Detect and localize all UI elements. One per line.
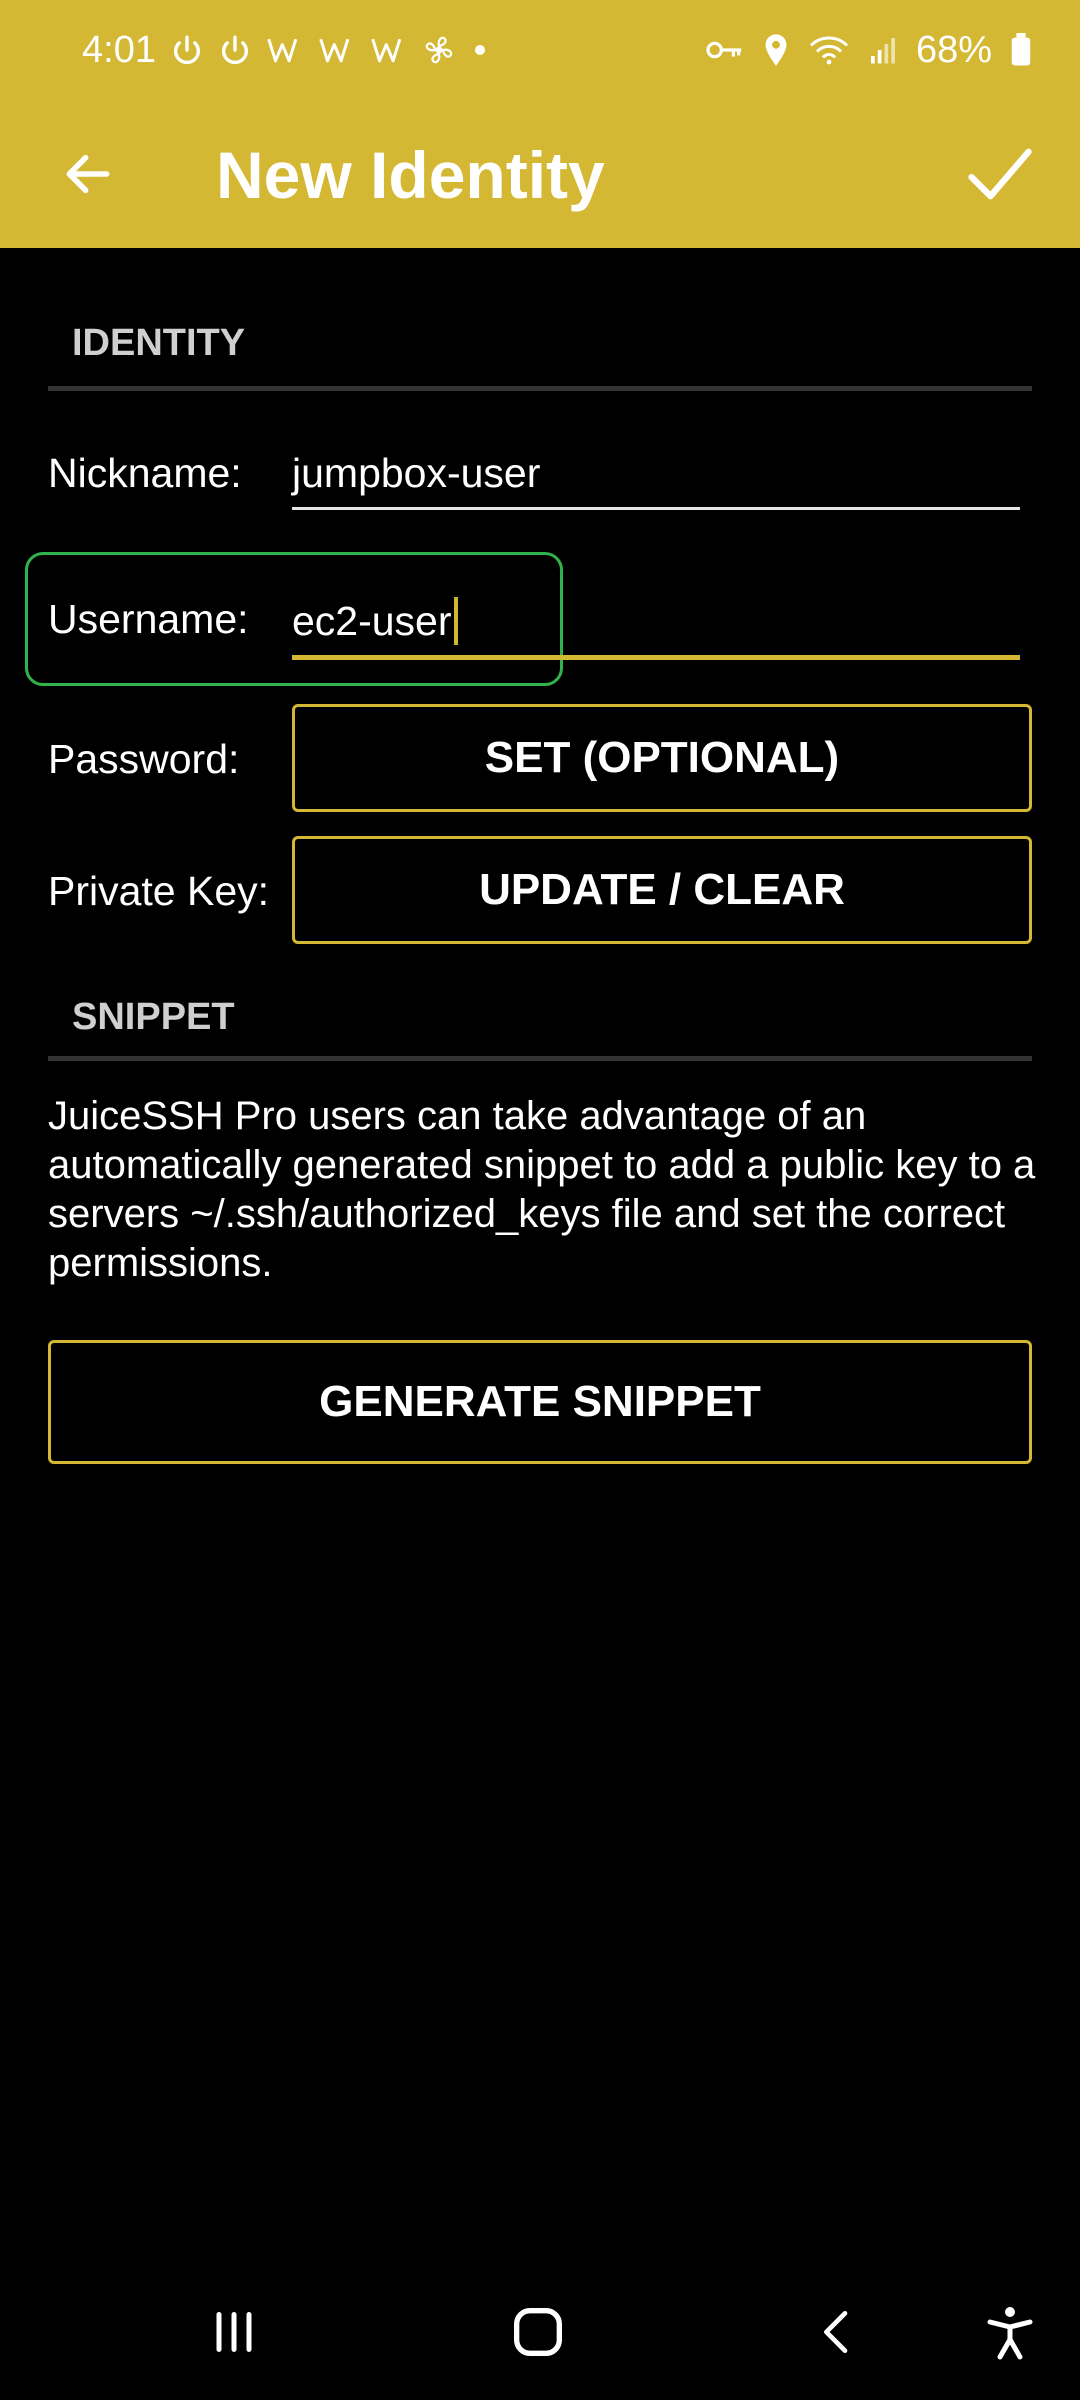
location-icon bbox=[762, 33, 790, 67]
signal-icon bbox=[868, 35, 898, 65]
arrow-back-icon bbox=[66, 154, 110, 194]
recents-button[interactable] bbox=[192, 2290, 276, 2374]
status-bar: 4:01 68% bbox=[0, 0, 1080, 100]
set-password-button[interactable]: SET (OPTIONAL) bbox=[292, 704, 1032, 812]
status-time: 4:01 bbox=[82, 28, 156, 71]
section-divider bbox=[48, 1056, 1032, 1061]
home-icon bbox=[514, 2308, 562, 2356]
key-icon bbox=[704, 35, 744, 65]
username-label: Username: bbox=[48, 596, 249, 642]
accessibility-button[interactable] bbox=[968, 2290, 1052, 2374]
power-icon bbox=[218, 33, 252, 67]
dot-icon bbox=[470, 40, 490, 60]
w-icon bbox=[318, 33, 356, 67]
section-header-snippet: SNIPPET bbox=[72, 996, 235, 1038]
system-nav-bar bbox=[0, 2260, 1080, 2400]
accessibility-icon bbox=[987, 2307, 1033, 2360]
check-icon bbox=[968, 148, 1032, 200]
set-password-label: SET (OPTIONAL) bbox=[484, 733, 840, 782]
wifi-icon bbox=[808, 33, 850, 67]
update-clear-key-button[interactable]: UPDATE / CLEAR bbox=[292, 836, 1032, 944]
nickname-value: jumpbox-user bbox=[292, 450, 541, 496]
w-icon bbox=[266, 33, 304, 67]
home-button[interactable] bbox=[496, 2290, 580, 2374]
snippet-description: JuiceSSH Pro users can take advantage of… bbox=[48, 1094, 1036, 1285]
nickname-label: Nickname: bbox=[48, 450, 242, 496]
page-title: New Identity bbox=[216, 138, 605, 212]
power-icon bbox=[170, 33, 204, 67]
private-key-label: Private Key: bbox=[48, 868, 270, 914]
text-cursor bbox=[453, 597, 458, 645]
save-button[interactable] bbox=[952, 126, 1048, 222]
battery-percent: 68% bbox=[915, 28, 992, 71]
w-icon bbox=[370, 33, 408, 67]
back-button[interactable] bbox=[46, 132, 130, 216]
username-field[interactable]: ec2-user bbox=[292, 590, 1020, 660]
battery-icon bbox=[1010, 33, 1032, 67]
section-divider bbox=[48, 386, 1032, 391]
system-back-button[interactable] bbox=[796, 2290, 880, 2374]
section-header-identity: IDENTITY bbox=[72, 322, 246, 364]
username-value: ec2-user bbox=[292, 598, 452, 644]
fan-icon bbox=[422, 33, 456, 67]
update-clear-key-label: UPDATE / CLEAR bbox=[479, 865, 845, 914]
password-label: Password: bbox=[48, 736, 240, 782]
toolbar: New Identity bbox=[0, 100, 1080, 248]
back-nav-icon bbox=[824, 2311, 848, 2353]
generate-snippet-button[interactable]: GENERATE SNIPPET bbox=[48, 1340, 1032, 1464]
app-bar: 4:01 68% New Identity bbox=[0, 0, 1080, 248]
generate-snippet-label: GENERATE SNIPPET bbox=[319, 1377, 761, 1426]
recents-icon bbox=[216, 2312, 252, 2352]
nickname-field[interactable]: jumpbox-user bbox=[292, 446, 1020, 510]
